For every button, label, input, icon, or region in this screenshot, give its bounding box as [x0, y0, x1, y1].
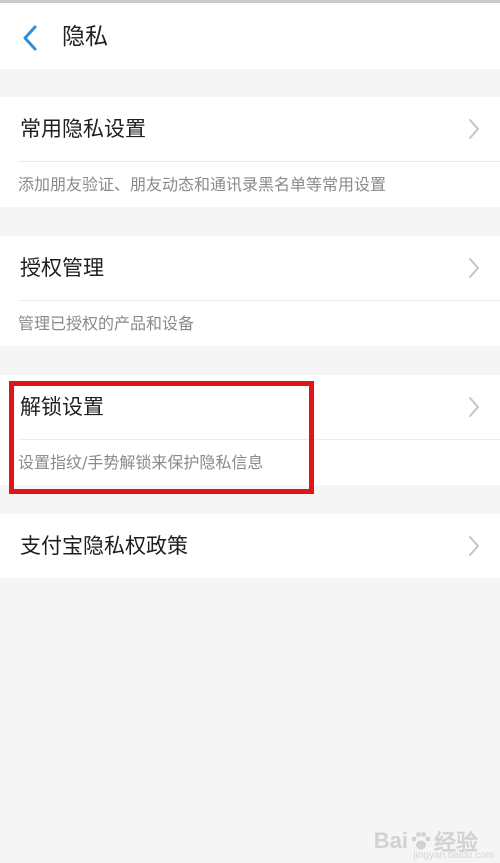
highlight-annotation-box: [9, 381, 314, 494]
chevron-right-icon: [469, 536, 479, 556]
alipay-privacy-policy-item[interactable]: 支付宝隐私权政策: [0, 514, 500, 578]
authorization-management-description: 管理已授权的产品和设备: [18, 314, 195, 333]
paw-icon: [411, 832, 431, 850]
watermark-brand-left: Bai: [373, 828, 408, 853]
authorization-management-item[interactable]: 授权管理: [0, 236, 500, 300]
chevron-right-icon: [469, 258, 479, 278]
chevron-right-icon: [469, 119, 479, 139]
page-title: 隐私: [62, 24, 108, 50]
chevron-right-icon: [469, 397, 479, 417]
section-authorization: 授权管理 管理已授权的产品和设备: [0, 236, 500, 346]
authorization-management-label: 授权管理: [20, 256, 104, 280]
privacy-settings-screen: 隐私 常用隐私设置 添加朋友验证、朋友动态和通讯录黑名单等常用设置 授权管理 管…: [0, 0, 500, 863]
chevron-left-icon: [23, 25, 37, 51]
watermark-url: jingyan.baidu.com: [413, 850, 494, 861]
common-privacy-settings-item[interactable]: 常用隐私设置: [0, 97, 500, 161]
common-privacy-settings-description: 添加朋友验证、朋友动态和通讯录黑名单等常用设置: [18, 175, 387, 194]
back-button[interactable]: [12, 20, 48, 56]
section-common-privacy: 常用隐私设置 添加朋友验证、朋友动态和通讯录黑名单等常用设置: [0, 97, 500, 207]
common-privacy-settings-label: 常用隐私设置: [20, 117, 146, 141]
alipay-privacy-policy-label: 支付宝隐私权政策: [20, 534, 188, 558]
app-header: 隐私: [0, 3, 500, 69]
section-privacy-policy: 支付宝隐私权政策: [0, 514, 500, 578]
